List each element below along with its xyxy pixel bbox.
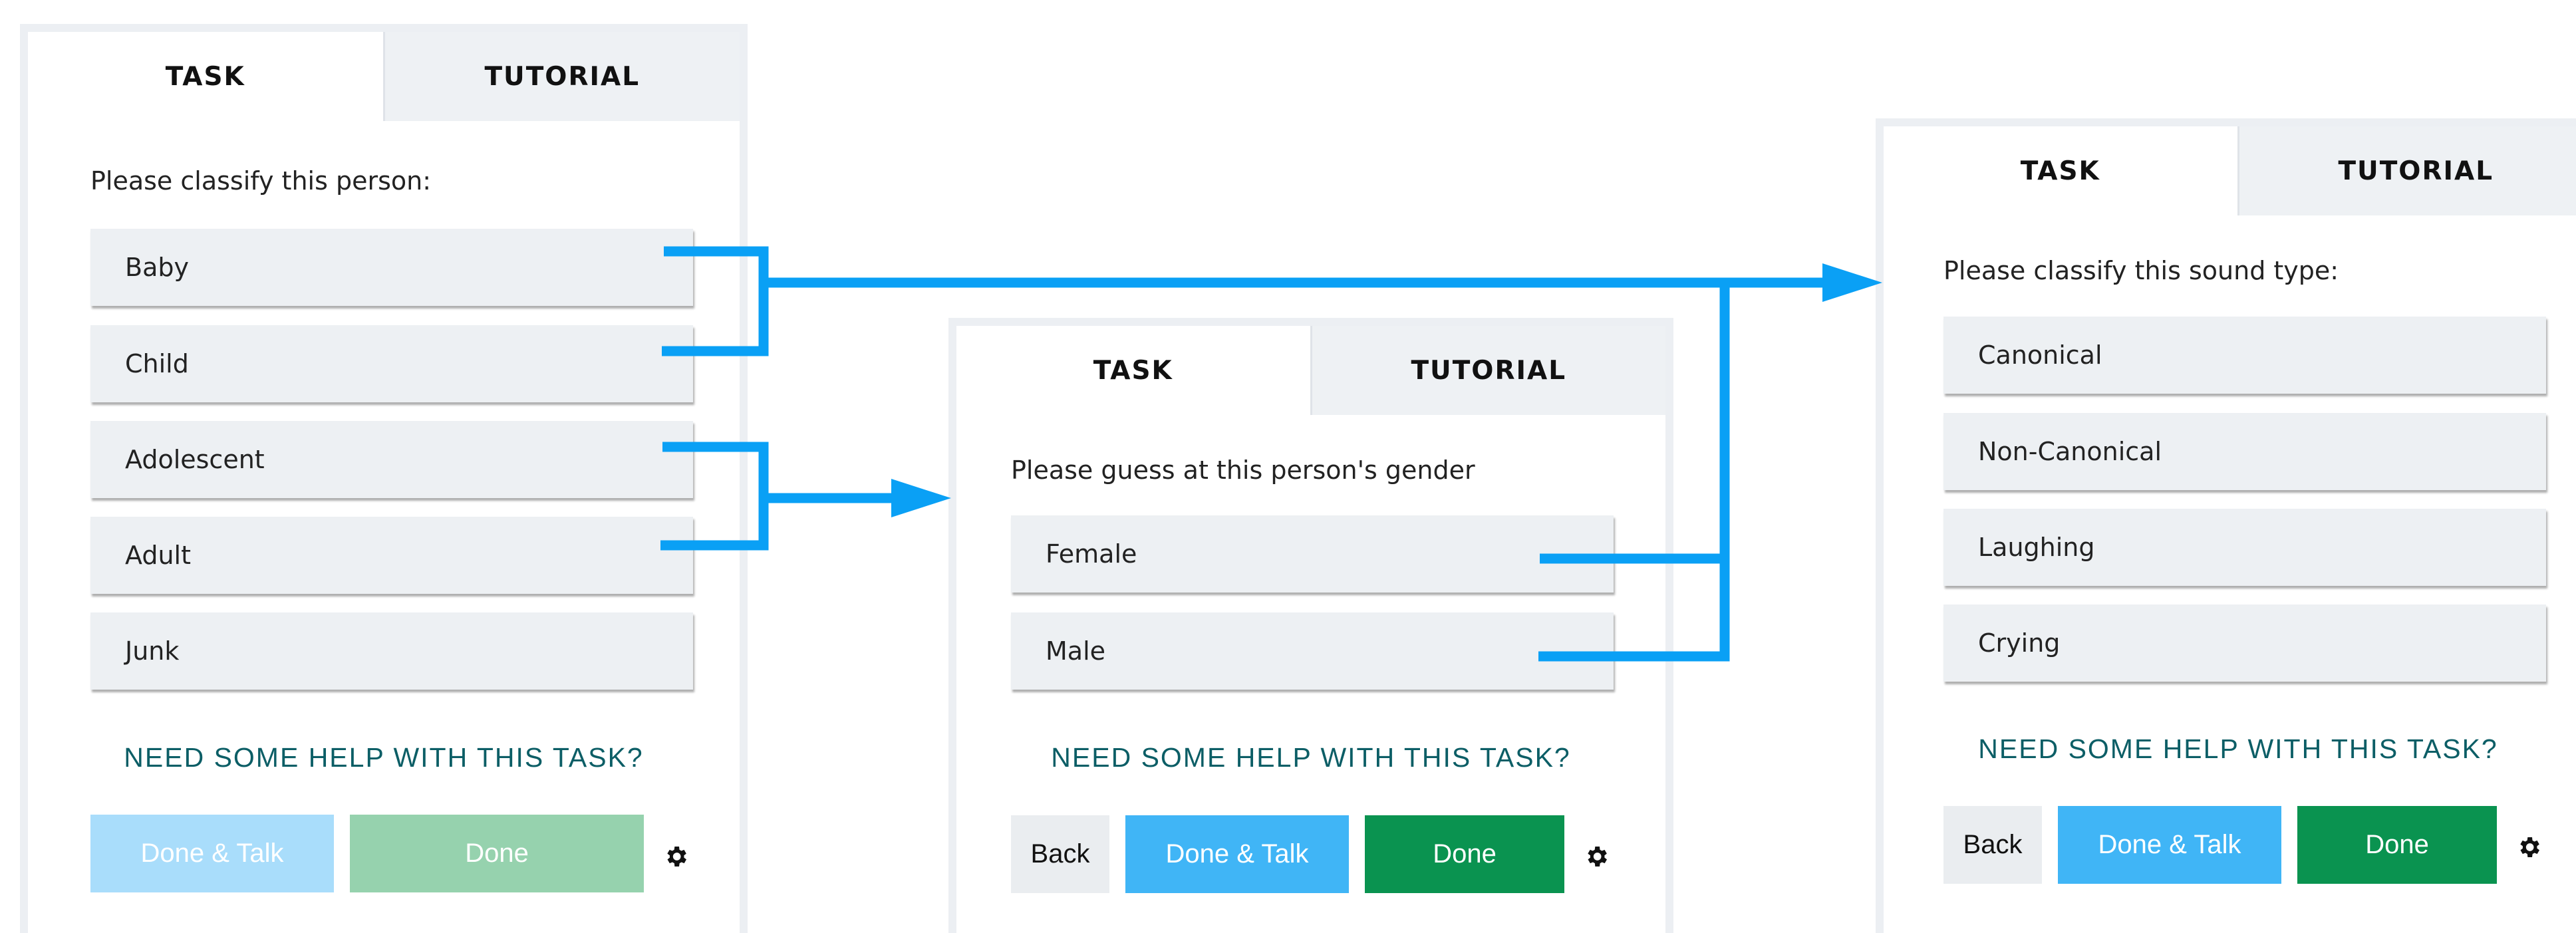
flow-connectors: [660, 246, 1882, 662]
arrowhead-gender-panel: [891, 479, 951, 517]
connector-female-male: [1538, 553, 1730, 662]
connector-baby-child: [662, 246, 769, 356]
connector-adolescent-adult: [660, 442, 769, 551]
connector-lines: [660, 246, 1836, 662]
arrowhead-sound-panel: [1822, 263, 1882, 302]
